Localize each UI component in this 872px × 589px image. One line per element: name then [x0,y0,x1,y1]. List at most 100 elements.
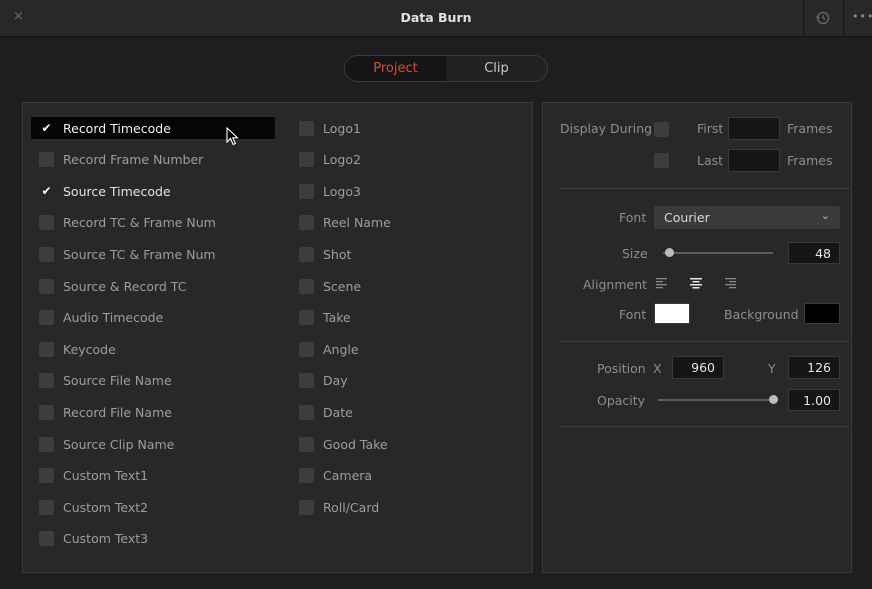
checkbox-row[interactable]: ✔ Source Timecode [39,180,170,202]
checkbox[interactable] [299,436,314,452]
checkbox-row[interactable]: Source TC & Frame Num [39,243,216,265]
tab-project[interactable]: Project [345,56,446,81]
checkbox[interactable] [39,531,54,547]
display-last-checkbox[interactable] [654,153,669,168]
history-icon[interactable] [812,7,834,29]
checkbox-row[interactable]: Logo3 [299,180,361,202]
position-y-label: Y [768,361,776,376]
title-divider [843,0,844,37]
checkbox-row[interactable]: Reel Name [299,212,391,234]
checkbox[interactable] [299,310,314,326]
checkbox[interactable] [299,404,314,420]
checkbox-label: Custom Text1 [63,468,149,484]
font-dropdown[interactable]: Courier ⌄ [654,206,840,229]
checkbox[interactable] [39,215,54,231]
checkbox-row[interactable]: Take [299,307,351,329]
checkbox-row[interactable]: Angle [299,338,359,360]
background-color-swatch[interactable] [804,303,840,324]
checkbox-label: Source Clip Name [63,436,175,452]
checkbox[interactable] [299,499,314,515]
checkbox-row[interactable]: Record TC & Frame Num [39,212,216,234]
checkbox[interactable] [299,152,314,168]
checkbox[interactable] [39,404,54,420]
checkbox-row[interactable]: Day [299,370,348,392]
checkbox-row[interactable]: Roll/Card [299,496,379,518]
checkbox-row[interactable]: Source & Record TC [39,275,186,297]
checkbox-label: Logo3 [323,183,361,199]
checkbox[interactable] [39,152,54,168]
checkbox[interactable] [39,436,54,452]
checkbox-row[interactable]: Good Take [299,433,388,455]
section-divider [559,426,850,427]
checkbox[interactable] [39,246,54,262]
checkbox-row[interactable]: Camera [299,465,372,487]
checkbox-row[interactable]: Record Frame Number [39,149,203,171]
checkmark-icon: ✔ [41,121,52,135]
checkbox[interactable] [299,373,314,389]
size-input[interactable]: 48 [788,242,840,264]
checkbox[interactable] [299,278,314,294]
checkbox[interactable] [299,120,314,136]
checkbox[interactable] [299,215,314,231]
checkbox[interactable] [39,499,54,515]
checkbox[interactable] [299,341,314,357]
opacity-slider-track[interactable] [658,399,773,401]
position-x-input[interactable]: 960 [672,356,724,379]
checkbox-row[interactable]: Custom Text2 [39,496,148,518]
checkbox-row[interactable]: Scene [299,275,361,297]
display-first-checkbox[interactable] [654,122,669,137]
font-label: Font [619,210,647,225]
checkbox-label: Date [323,404,353,420]
size-slider-track[interactable] [663,252,773,254]
more-options-icon[interactable]: ••• [852,10,872,23]
checkbox[interactable] [299,246,314,262]
last-frames-input[interactable] [728,149,780,172]
size-label: Size [622,246,648,261]
checkbox[interactable] [39,373,54,389]
checkbox-label: Logo1 [323,120,361,136]
checkbox-row[interactable]: Source Clip Name [39,433,174,455]
checkbox[interactable] [39,278,54,294]
position-label: Position [597,361,646,376]
first-frames-input[interactable] [728,117,780,140]
position-x-label: X [653,361,662,376]
size-slider-knob[interactable] [664,248,674,257]
checkbox-row[interactable]: Logo2 [299,149,361,171]
checkbox[interactable]: ✔ [39,184,54,199]
center-align-icon[interactable] [689,276,703,290]
right-align-icon[interactable] [723,276,737,290]
checkbox-row[interactable]: Record File Name [39,401,172,423]
opacity-input[interactable]: 1.00 [788,389,840,411]
checkbox-row[interactable]: Audio Timecode [39,307,163,329]
checkbox-label: Keycode [63,341,116,357]
checkbox-label: Angle [323,341,359,357]
checkbox[interactable] [299,468,314,484]
checkbox[interactable] [39,310,54,326]
checkbox-label: Source TC & Frame Num [63,246,216,262]
checkbox-row[interactable]: Shot [299,243,351,265]
checkbox-row[interactable]: Logo1 [299,117,361,139]
checkbox[interactable] [299,183,314,199]
checkbox-label: Record TC & Frame Num [63,215,216,231]
checkbox-label: Reel Name [323,215,391,231]
checkbox-row[interactable]: Keycode [39,338,116,360]
position-y-input[interactable]: 126 [788,356,840,379]
title-divider [803,0,804,37]
checkmark-icon: ✔ [41,184,52,199]
checkbox-row[interactable]: Date [299,401,353,423]
checkbox-row[interactable]: Custom Text3 [39,528,148,550]
checkbox-label: Roll/Card [323,499,380,515]
checkbox-label: Day [323,373,348,389]
opacity-slider-knob[interactable] [769,395,778,404]
checkbox-row[interactable]: Custom Text1 [39,465,148,487]
tab-clip[interactable]: Clip [446,56,547,81]
checkbox-label: Scene [323,278,362,294]
font-color-swatch[interactable] [654,303,690,324]
checkbox-label: Good Take [323,436,388,452]
left-align-icon[interactable] [655,276,669,290]
last-label: Last [697,153,724,168]
checkbox-row[interactable]: Source File Name [39,370,172,392]
checkbox[interactable] [39,468,54,484]
checkbox[interactable] [39,341,54,357]
checkbox[interactable]: ✔ [39,121,54,136]
